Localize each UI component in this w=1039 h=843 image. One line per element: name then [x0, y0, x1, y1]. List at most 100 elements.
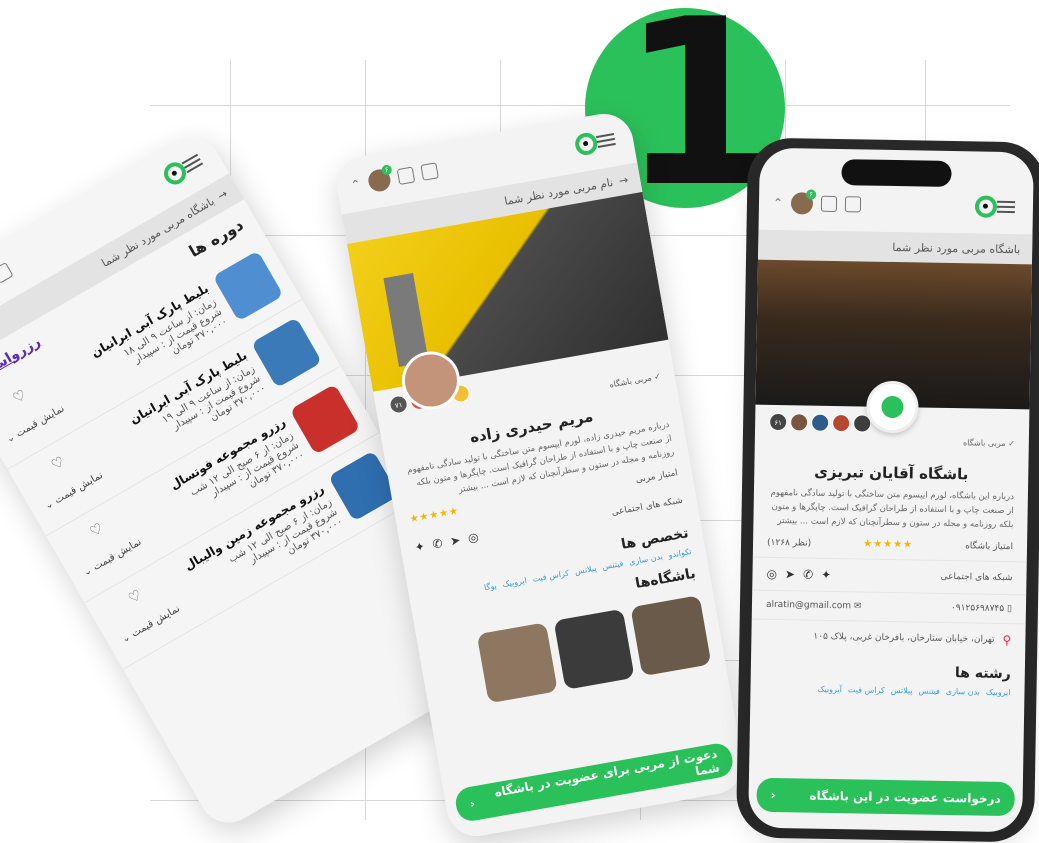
course-thumbnail [289, 383, 361, 455]
invite-coach-button[interactable]: دعوت از مربی برای عضویت در باشگاه شما ‹ [453, 741, 736, 824]
tag-item[interactable]: فیتنس [919, 687, 940, 696]
brand [159, 147, 209, 189]
telegram-icon[interactable]: ➤ [785, 567, 795, 581]
notification-count: ۶ [380, 164, 393, 176]
show-price-toggle[interactable]: نمایش قیمت ⌄ [43, 470, 105, 512]
grid-line [150, 105, 1010, 106]
show-price-label: نمایش قیمت [129, 603, 182, 640]
course-actions: ♡ نمایش قیمت ⌄ [103, 574, 182, 645]
tag-item[interactable]: کراس فیت [848, 685, 885, 695]
breadcrumb-title: باشگاه مربی مورد نظر شما [892, 240, 1021, 256]
show-price-toggle[interactable]: نمایش قیمت ⌄ [120, 603, 182, 645]
user-avatar[interactable]: ۶ [790, 189, 817, 215]
menu-icon[interactable] [996, 198, 1016, 216]
chevron-up-icon[interactable]: ⌃ [773, 196, 783, 210]
instagram-icon[interactable]: ◎ [766, 567, 777, 581]
star-rating: ★★★★★ [863, 538, 914, 551]
coach-tag-label: مربی باشگاه [962, 438, 1006, 448]
rating-label: امتیاز مربی [634, 467, 679, 485]
member-avatar [811, 413, 830, 432]
back-arrow-icon[interactable]: → [618, 173, 629, 187]
club-card[interactable] [630, 595, 712, 677]
request-membership-button[interactable]: درخواست عضویت در این باشگاه ‹ [756, 777, 1015, 817]
star-rating: ★★★★★ [408, 505, 460, 526]
chevron-up-icon[interactable]: ⌃ [350, 177, 362, 193]
club-card[interactable] [476, 622, 558, 704]
email-address[interactable]: ✉ alratin@gmail.com [766, 600, 862, 612]
phone-club-screen: ⌃ ۶ باشگاه مربی مورد نظر شما ۶۱ ✓ مربی ب… [748, 147, 1034, 833]
heart-icon[interactable]: ♡ [49, 454, 68, 474]
notification-count: ۶ [806, 189, 817, 200]
rating-label: امتیاز باشگاه [965, 540, 1014, 552]
header-icons: ⌃ ۶ [349, 159, 440, 196]
calendar-icon[interactable] [420, 162, 439, 181]
phone-number[interactable]: ▯ ۰۹۱۲۵۶۹۸۷۴۵ [951, 603, 1012, 614]
tag-item[interactable]: ایروبیک [986, 688, 1011, 697]
check-circle-icon: ✓ [1008, 439, 1015, 449]
location-pin-icon: ⚲ [1002, 632, 1012, 648]
mobile-icon: ▯ [1006, 604, 1013, 615]
phone-notch [841, 159, 952, 188]
social-label: شبکه های اجتماعی [610, 495, 684, 519]
calendar-icon[interactable] [844, 196, 862, 213]
address-text: تهران، خیابان ستارخان، بافرخان غربی، پلا… [813, 631, 995, 645]
show-price-label: نمایش قیمت [91, 536, 144, 574]
course-thumbnail [212, 250, 284, 322]
request-membership-label: درخواست عضویت در این باشگاه [809, 788, 1001, 806]
calendar-icon[interactable] [0, 261, 14, 284]
course-actions: ♡ نمایش قیمت ⌄ [0, 374, 66, 445]
app-logo [974, 195, 998, 218]
course-thumbnail [251, 317, 323, 389]
check-circle-icon: ✓ [653, 371, 662, 382]
whatsapp-icon[interactable]: ✆ [431, 536, 443, 552]
club-name: باشگاه آقایان تبریزی [814, 462, 969, 484]
tag-item[interactable]: بدن سازی [946, 687, 980, 697]
brand [974, 195, 1019, 218]
heart-icon[interactable]: ♡ [126, 587, 145, 607]
user-avatar[interactable]: ۶ [366, 164, 393, 194]
social-row: شبکه های اجتماعی ✦ ✆ ➤ ◎ [752, 557, 1027, 596]
show-price-label: نمایش قیمت [14, 403, 67, 440]
bag-icon[interactable] [396, 166, 416, 185]
tag-item[interactable]: آیروبیک [817, 685, 842, 694]
member-count: ۶۱ [769, 412, 788, 432]
instagram-icon[interactable]: ◎ [467, 530, 480, 546]
rating-row: امتیاز باشگاه ★★★★★ (نظر ۱۲۶۸) [752, 527, 1028, 563]
social-icons: ✦ ✆ ➤ ◎ [766, 567, 831, 582]
social-label: شبکه های اجتماعی [940, 571, 1013, 584]
bag-icon[interactable] [820, 195, 838, 213]
heart-icon[interactable]: ♡ [10, 387, 29, 407]
tag-item[interactable]: پیلاتس [891, 686, 913, 695]
brand [573, 127, 620, 157]
show-price-label: نمایش قیمت [52, 469, 105, 507]
course-actions: ♡ نمایش قیمت ⌄ [64, 507, 143, 579]
vote-count: (نظر ۱۲۶۸) [766, 537, 812, 549]
back-arrow-icon[interactable]: → [215, 187, 229, 203]
telegram-icon[interactable]: ➤ [449, 533, 461, 549]
social-icons: ◎ ➤ ✆ ✦ [414, 530, 480, 555]
twitter-icon[interactable]: ✦ [414, 539, 426, 555]
twitter-icon[interactable]: ✦ [821, 568, 831, 582]
heart-icon[interactable]: ♡ [87, 520, 106, 540]
invite-coach-label: دعوت از مربی برای عضویت در باشگاه شما [493, 746, 721, 800]
fields-title: رشته ها [954, 665, 1011, 683]
contact-row: ▯ ۰۹۱۲۵۶۹۸۷۴۵ ✉ alratin@gmail.com [751, 590, 1027, 625]
club-description: درباره این باشگاه، لورم ایپسوم متن ساختگ… [770, 487, 1014, 531]
breadcrumb: باشگاه مربی مورد نظر شما [758, 229, 1033, 265]
course-actions: ♡ نمایش قیمت ⌄ [26, 440, 105, 512]
member-avatar [790, 413, 809, 432]
chevron-left-icon: ‹ [770, 787, 776, 803]
address-row: ⚲ تهران، خیابان ستارخان، بافرخان غربی، پ… [751, 620, 1026, 657]
coach-club-label: مربی باشگاه [608, 373, 653, 390]
show-price-toggle[interactable]: نمایش قیمت ⌄ [4, 403, 66, 445]
club-card[interactable] [553, 608, 635, 690]
show-price-toggle[interactable]: نمایش قیمت ⌄ [81, 537, 143, 579]
email-text: alratin@gmail.com [765, 599, 852, 612]
whatsapp-icon[interactable]: ✆ [803, 567, 813, 581]
menu-icon[interactable] [595, 130, 616, 151]
phone-text: ۰۹۱۲۵۶۹۸۷۴۵ [950, 603, 1005, 614]
coach-tag: ✓ مربی باشگاه [755, 431, 1029, 453]
header-icons: ⌃ ۶ [773, 189, 862, 216]
mail-icon: ✉ [853, 601, 862, 612]
member-avatar [832, 413, 851, 433]
